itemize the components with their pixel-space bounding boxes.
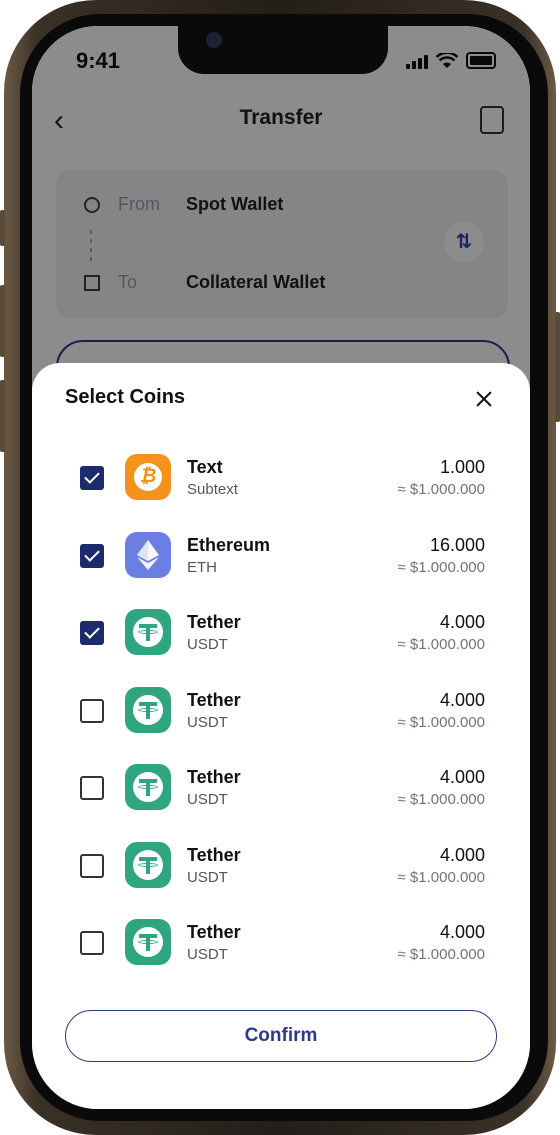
coin-name: Tether: [187, 689, 241, 710]
volume-up-button: [0, 285, 5, 357]
bitcoin-icon: ₿: [125, 454, 171, 500]
coin-fiat-value: ≈ $1.000.000: [397, 481, 485, 498]
coin-amount: 4.000: [439, 922, 485, 942]
coin-row[interactable]: Tether USDT 4.000 ≈ $1.000.000: [32, 837, 530, 915]
tether-icon: [125, 841, 171, 888]
coin-list: ₿ Text Subtext 1.000 ≈ $1.000.000 Ethere…: [32, 449, 530, 992]
coin-checkbox[interactable]: [80, 621, 104, 645]
tether-icon: [125, 686, 171, 733]
coin-symbol: Subtext: [187, 481, 238, 498]
coin-name: Tether: [187, 612, 241, 632]
mute-switch: [0, 210, 5, 246]
coin-symbol: USDT: [187, 946, 228, 963]
camera-icon: [206, 32, 222, 48]
phone-frame: 9:41 ‹ Transfer From Spot Wallet To Coll…: [0, 0, 560, 1135]
confirm-button[interactable]: Confirm: [65, 1010, 497, 1062]
coin-amount: 4.000: [439, 844, 485, 865]
coin-row[interactable]: Tether USDT 4.000 ≈ $1.000.000: [32, 682, 530, 760]
ethereum-icon: [125, 531, 171, 578]
coin-amount: 4.000: [439, 689, 485, 710]
coin-fiat-value: ≈ $1.000.000: [397, 558, 485, 576]
coin-symbol: USDT: [187, 791, 228, 808]
coin-amount: 16.000: [429, 534, 485, 555]
tether-icon: [125, 609, 171, 655]
volume-down-button: [0, 380, 5, 452]
coin-amount: 1.000: [439, 457, 485, 477]
power-button: [555, 312, 560, 422]
coin-fiat-value: ≈ $1.000.000: [397, 868, 485, 886]
coin-symbol: ETH: [187, 558, 217, 576]
coin-row[interactable]: Tether USDT 4.000 ≈ $1.000.000: [32, 759, 530, 837]
coin-name: Text: [187, 457, 223, 477]
coin-name: Ethereum: [187, 534, 271, 555]
coin-checkbox[interactable]: [80, 776, 104, 800]
select-coins-sheet: Select Coins ₿ Text Subtext 1.000 ≈ $1.0…: [32, 363, 530, 1109]
notch: [178, 26, 388, 74]
coin-row[interactable]: Ethereum ETH 16.000 ≈ $1.000.000: [32, 527, 530, 605]
coin-fiat-value: ≈ $1.000.000: [397, 791, 485, 808]
coin-symbol: USDT: [187, 713, 228, 731]
coin-row[interactable]: ₿ Text Subtext 1.000 ≈ $1.000.000: [32, 449, 530, 527]
coin-row[interactable]: Tether USDT 4.000 ≈ $1.000.000: [32, 604, 530, 682]
sheet-title: Select Coins: [65, 386, 186, 408]
tether-icon: [125, 764, 171, 810]
coin-amount: 4.000: [439, 612, 485, 632]
coin-name: Tether: [187, 767, 241, 787]
tether-icon: [125, 919, 171, 965]
coin-fiat-value: ≈ $1.000.000: [397, 636, 485, 653]
coin-row[interactable]: Tether USDT 4.000 ≈ $1.000.000: [32, 914, 530, 992]
coin-checkbox[interactable]: [80, 853, 104, 878]
coin-amount: 4.000: [439, 767, 485, 787]
phone-screen: 9:41 ‹ Transfer From Spot Wallet To Coll…: [32, 26, 530, 1109]
coin-checkbox[interactable]: [80, 466, 104, 490]
coin-checkbox[interactable]: [80, 543, 104, 568]
coin-symbol: USDT: [187, 636, 228, 653]
coin-name: Tether: [187, 844, 241, 865]
coin-fiat-value: ≈ $1.000.000: [397, 713, 485, 731]
coin-fiat-value: ≈ $1.000.000: [397, 946, 485, 963]
coin-symbol: USDT: [187, 868, 228, 886]
coin-checkbox[interactable]: [80, 931, 104, 955]
close-icon[interactable]: [472, 387, 496, 411]
coin-name: Tether: [187, 922, 241, 942]
coin-checkbox[interactable]: [80, 698, 104, 723]
